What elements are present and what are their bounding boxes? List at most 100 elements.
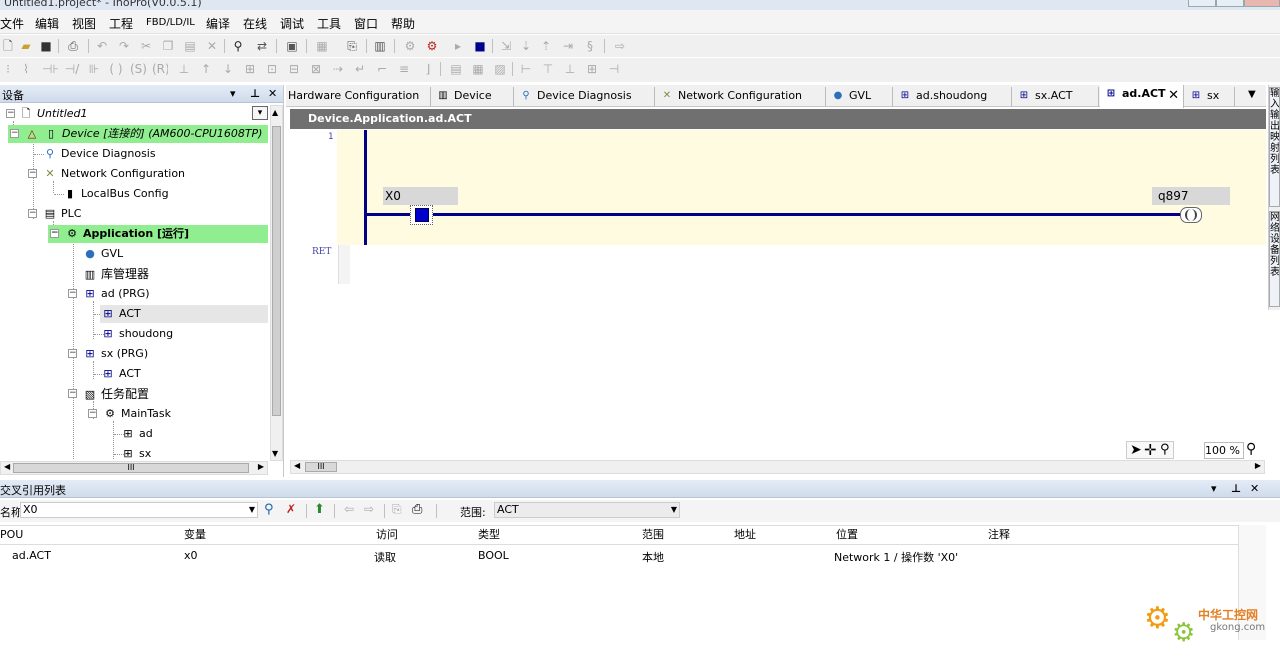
panel-menu-icon[interactable]: ▾ (1211, 482, 1217, 495)
menu-view[interactable]: 视图 (72, 15, 96, 32)
jump-icon[interactable]: ⇢ (330, 61, 346, 77)
tree-horizontal-scrollbar[interactable]: ◀ III ▶ (0, 461, 268, 475)
tree-item-library-manager[interactable]: ▥ 库管理器 (82, 265, 149, 283)
tab-device-diagnosis[interactable]: ⚲ Device Diagnosis (515, 87, 655, 107)
line-icon[interactable]: ⊣ (606, 61, 622, 77)
login-icon[interactable]: ⚙ (402, 38, 418, 54)
fb-icon[interactable]: ⊡ (264, 61, 280, 77)
tab-network-configuration[interactable]: ✕ Network Configuration (656, 87, 826, 107)
tab-sx[interactable]: ⊞ sx (1185, 87, 1235, 107)
zoom-level-field[interactable]: 100 % (1204, 442, 1244, 459)
tree-item-maintask[interactable]: − ⚙ MainTask (86, 405, 171, 423)
maximize-button[interactable] (1216, 0, 1244, 7)
label-icon[interactable]: ⌐ (374, 61, 390, 77)
scope-combobox[interactable]: ACT ▼ (494, 502, 680, 518)
tab-device[interactable]: ▥ Device (432, 87, 514, 107)
grid-icon[interactable]: ▦ (470, 61, 486, 77)
tree-item-task-config[interactable]: − ▧ 任务配置 (66, 385, 149, 403)
tree-item-localbus-config[interactable]: ▮ LocalBus Config (62, 185, 169, 203)
zoom-fit-icon[interactable]: ⚲ (1246, 441, 1256, 457)
tree-scroll-thumb[interactable] (272, 126, 281, 416)
panel-close-icon[interactable]: ✕ (268, 87, 277, 100)
name-combobox[interactable]: X0 ▼ (20, 502, 258, 518)
find-icon[interactable]: ⚲ (230, 38, 246, 54)
tab-sx-act[interactable]: ⊞ sx.ACT (1013, 87, 1099, 107)
contact-element[interactable] (410, 205, 433, 225)
menu-tools[interactable]: 工具 (317, 15, 341, 32)
output-icon[interactable]: ⊠ (308, 61, 324, 77)
box-icon[interactable]: ⌇ (18, 61, 34, 77)
rising-edge-icon[interactable]: ↑ (198, 61, 214, 77)
run-to-cursor-icon[interactable]: ⇥ (560, 38, 576, 54)
contact-variable-label[interactable]: X0 (383, 187, 458, 205)
step-over-icon[interactable]: ⇲ (498, 38, 514, 54)
menu-build[interactable]: 编译 (206, 15, 230, 32)
logout-icon[interactable]: ⚙ (424, 38, 440, 54)
tab-gvl[interactable]: ● GVL (827, 87, 893, 107)
column-header-address[interactable]: 地址 (734, 526, 756, 544)
branch-open-icon[interactable]: ⊤ (540, 61, 556, 77)
menu-project[interactable]: 工程 (109, 15, 133, 32)
clear-filter-icon[interactable]: ✗ (286, 502, 296, 516)
close-window-button[interactable] (1244, 0, 1280, 7)
tab-list-dropdown-icon[interactable]: ▼ (1248, 89, 1256, 100)
delete-icon[interactable]: ✕ (204, 38, 220, 54)
redo-icon[interactable]: ↷ (116, 38, 132, 54)
branch-icon[interactable]: ⊥ (176, 61, 192, 77)
menu-online[interactable]: 在线 (243, 15, 267, 32)
pointer-icon[interactable]: ➤ (1130, 442, 1142, 458)
ladder-network[interactable]: X0 q897 (337, 130, 1266, 245)
tree-item-project[interactable]: − 🗋 Untitled1 (6, 105, 276, 123)
panel-menu-icon[interactable]: ▾ (230, 87, 236, 100)
branch-close-icon[interactable]: ⊥ (562, 61, 578, 77)
search-icon[interactable]: ⚲ (264, 502, 274, 517)
coil-variable-label[interactable]: q897 (1152, 187, 1230, 205)
editor-horizontal-scrollbar[interactable]: ◀ III ▶ (290, 460, 1265, 474)
print-icon[interactable]: ⎙ (412, 502, 422, 517)
step-out-icon[interactable]: ⇡ (538, 38, 554, 54)
go-to-icon[interactable]: ⬆ (314, 502, 325, 517)
insert-icon[interactable]: ⌋ (420, 61, 436, 77)
cut-icon[interactable]: ✂ (138, 38, 154, 54)
column-header-comment[interactable]: 注释 (988, 526, 1010, 544)
menu-help[interactable]: 帮助 (391, 15, 415, 32)
negated-contact-icon[interactable]: ⊣/⊢ (64, 61, 80, 77)
tab-ad-act[interactable]: ⊞ ad.ACT ✕ (1100, 85, 1184, 108)
tree-item-ad-prg[interactable]: − ⊞ ad (PRG) (66, 285, 150, 303)
return-icon[interactable]: ↵ (352, 61, 368, 77)
new-file-icon[interactable]: 🗋 (0, 38, 16, 54)
tree-item-device-diagnosis[interactable]: ⚲ Device Diagnosis (42, 145, 156, 163)
tree-item-plc[interactable]: − ▤ PLC (26, 205, 81, 223)
tree-item-shoudong[interactable]: ⊞ shoudong (100, 325, 173, 343)
step-into-icon[interactable]: ⇣ (518, 38, 534, 54)
column-header-access[interactable]: 访问 (376, 526, 398, 544)
panel-close-icon[interactable]: ✕ (1250, 482, 1259, 495)
tree-item-sx-act[interactable]: ⊞ ACT (100, 365, 140, 383)
window-icon[interactable]: ▣ (284, 38, 300, 54)
coil-icon[interactable]: ( ) (108, 61, 124, 77)
comment-icon[interactable]: ≡ (396, 61, 412, 77)
branch-insert-icon[interactable]: ⊞ (584, 61, 600, 77)
print-icon[interactable]: ⎙ (65, 38, 81, 54)
next-icon[interactable]: ⇨ (364, 502, 374, 516)
reset-coil-icon[interactable]: (R) (152, 61, 168, 77)
tab-ad-shoudong[interactable]: ⊞ ad.shoudong (894, 87, 1012, 107)
tree-vertical-scrollbar[interactable]: ▲ ▼ (270, 105, 283, 461)
tab-close-icon[interactable]: ✕ (1168, 87, 1179, 105)
paste-icon[interactable]: ▤ (182, 38, 198, 54)
connect-icon[interactable]: ⊢ (518, 61, 534, 77)
menu-file[interactable]: 文件 (0, 15, 24, 32)
menu-debug[interactable]: 调试 (280, 15, 304, 32)
contact-icon[interactable]: ⊣⊢ (42, 61, 58, 77)
align-icon[interactable]: ▤ (448, 61, 464, 77)
parallel-contact-icon[interactable]: ⊪ (86, 61, 102, 77)
column-header-location[interactable]: 位置 (836, 526, 858, 544)
tab-hardware-configuration[interactable]: Hardware Configuration (286, 87, 431, 107)
column-header-variable[interactable]: 变量 (184, 526, 206, 544)
set-coil-icon[interactable]: (S) (130, 61, 146, 77)
tree-item-task-ad[interactable]: ⊞ ad (120, 425, 152, 443)
column-header-type[interactable]: 类型 (478, 526, 500, 544)
column-header-scope[interactable]: 范围 (642, 526, 664, 544)
input-icon[interactable]: ⊟ (286, 61, 302, 77)
timer-icon[interactable]: ⊞ (242, 61, 258, 77)
